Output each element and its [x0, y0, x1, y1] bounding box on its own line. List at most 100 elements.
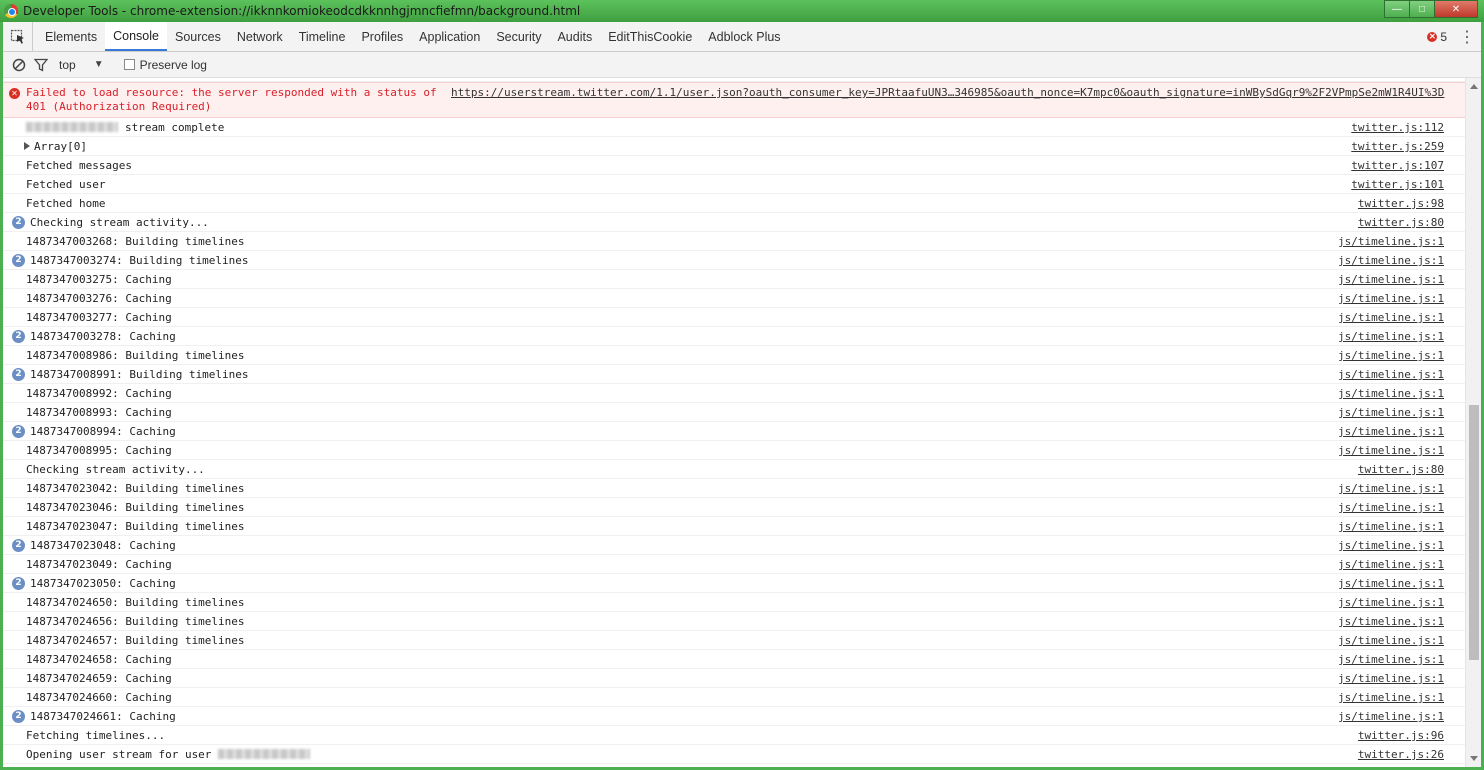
source-link[interactable]: twitter.js:80: [1358, 463, 1444, 476]
source-link[interactable]: js/timeline.js:1: [1338, 444, 1444, 457]
source-link[interactable]: twitter.js:98: [1358, 197, 1444, 210]
console-row: Fetched user twitter.js:101: [3, 175, 1465, 194]
source-link[interactable]: js/timeline.js:1: [1338, 558, 1444, 571]
repeat-count-badge: 2: [12, 216, 25, 229]
source-link[interactable]: js/timeline.js:1: [1338, 653, 1444, 666]
source-link[interactable]: twitter.js:107: [1351, 159, 1444, 172]
repeat-count-badge: 2: [12, 368, 25, 381]
console-row: Checking stream activity... twitter.js:80: [3, 460, 1465, 479]
console-row: 1487347008992: Caching js/timeline.js:1: [3, 384, 1465, 403]
tab-elements[interactable]: Elements: [37, 22, 105, 51]
tab-network[interactable]: Network: [229, 22, 291, 51]
console-row: Opening user stream for user twitter.js:2…: [3, 745, 1465, 764]
tab-console[interactable]: Console: [105, 22, 167, 51]
source-link[interactable]: js/timeline.js:1: [1338, 273, 1444, 286]
console-message-text[interactable]: Array[0]: [34, 140, 87, 153]
tab-timeline[interactable]: Timeline: [291, 22, 354, 51]
tab-adblock-plus[interactable]: Adblock Plus: [700, 22, 788, 51]
source-link[interactable]: js/timeline.js:1: [1338, 596, 1444, 609]
console-row: Fetched home twitter.js:98: [3, 194, 1465, 213]
console-message-text: 1487347023050: Caching: [30, 576, 176, 590]
console-message-text: 1487347008992: Caching: [26, 386, 172, 400]
scroll-thumb[interactable]: [1469, 405, 1479, 660]
console-row: stream complete twitter.js:112: [3, 118, 1465, 137]
filter-icon[interactable]: [33, 57, 49, 73]
source-link[interactable]: js/timeline.js:1: [1338, 520, 1444, 533]
error-count-badge[interactable]: ✕ 5: [1427, 30, 1447, 44]
tab-sources[interactable]: Sources: [167, 22, 229, 51]
source-link[interactable]: js/timeline.js:1: [1338, 368, 1444, 381]
scroll-up-icon[interactable]: [1470, 84, 1478, 89]
console-row: 1487347003277: Caching js/timeline.js:1: [3, 308, 1465, 327]
console-row: 1487347024659: Caching js/timeline.js:1: [3, 669, 1465, 688]
source-link[interactable]: js/timeline.js:1: [1338, 254, 1444, 267]
window-title: Developer Tools - chrome-extension://ikk…: [23, 4, 581, 18]
console-row: 2 1487347023050: Caching js/timeline.js:1: [3, 574, 1465, 593]
source-link[interactable]: js/timeline.js:1: [1338, 710, 1444, 723]
minimize-button[interactable]: —: [1384, 0, 1410, 18]
source-link[interactable]: twitter.js:112: [1351, 121, 1444, 134]
inspect-element-button[interactable]: [3, 22, 33, 51]
source-link[interactable]: js/timeline.js:1: [1338, 501, 1444, 514]
console-message-text: Fetching timelines...: [26, 728, 166, 742]
source-link[interactable]: js/timeline.js:1: [1338, 482, 1444, 495]
tab-audits[interactable]: Audits: [549, 22, 600, 51]
console-row: 1487347023046: Building timelines js/time…: [3, 498, 1465, 517]
tab-security[interactable]: Security: [488, 22, 549, 51]
context-value: top: [59, 57, 76, 72]
tab-profiles[interactable]: Profiles: [353, 22, 411, 51]
source-link[interactable]: js/timeline.js:1: [1338, 425, 1444, 438]
source-link[interactable]: js/timeline.js:1: [1338, 311, 1444, 324]
source-link[interactable]: twitter.js:26: [1358, 748, 1444, 761]
source-link[interactable]: js/timeline.js:1: [1338, 634, 1444, 647]
repeat-count-badge: 2: [12, 330, 25, 343]
console-row: Array[0] twitter.js:259: [3, 137, 1465, 156]
source-link[interactable]: js/timeline.js:1: [1338, 349, 1444, 362]
console-message-text: 1487347003276: Caching: [26, 291, 172, 305]
source-link[interactable]: js/timeline.js:1: [1338, 691, 1444, 704]
console-row: 1487347003275: Caching js/timeline.js:1: [3, 270, 1465, 289]
preserve-log-toggle[interactable]: Preserve log: [123, 57, 207, 72]
source-link[interactable]: js/timeline.js:1: [1338, 539, 1444, 552]
more-options-icon[interactable]: ⋮: [1459, 27, 1475, 47]
console-row: 2 1487347008994: Caching js/timeline.js:1: [3, 422, 1465, 441]
console-message-text: 1487347008991: Building timelines: [30, 367, 249, 381]
panel-tab-bar: Elements Console Sources Network Timeline Pro…: [3, 22, 1481, 52]
tab-application[interactable]: Application: [411, 22, 488, 51]
repeat-count-badge: 2: [12, 539, 25, 552]
source-link[interactable]: js/timeline.js:1: [1338, 387, 1444, 400]
console-message-text: Checking stream activity...: [26, 462, 205, 476]
console-message-text: Opening user stream for user: [26, 747, 212, 761]
clear-console-icon[interactable]: [11, 57, 27, 73]
console-scrollbar[interactable]: [1465, 78, 1481, 767]
expand-triangle-icon[interactable]: [24, 142, 30, 150]
console-message-text: 1487347024650: Building timelines: [26, 595, 245, 609]
maximize-button[interactable]: □: [1409, 0, 1435, 18]
source-link[interactable]: js/timeline.js:1: [1338, 330, 1444, 343]
console-row: 2 1487347003278: Caching js/timeline.js:1: [3, 327, 1465, 346]
error-url-link[interactable]: https://userstream.twitter.com/1.1/user.…: [451, 86, 1444, 99]
scroll-down-icon[interactable]: [1470, 756, 1478, 761]
preserve-log-checkbox[interactable]: [123, 59, 135, 70]
source-link[interactable]: twitter.js:96: [1358, 729, 1444, 742]
devtools-window: Developer Tools - chrome-extension://ikk…: [0, 0, 1484, 770]
repeat-count-badge: 2: [12, 254, 25, 267]
console-message-text: 1487347003268: Building timelines: [26, 234, 245, 248]
error-count: 5: [1440, 29, 1447, 44]
source-link[interactable]: js/timeline.js:1: [1338, 577, 1444, 590]
tab-editthiscookie[interactable]: EditThisCookie: [600, 22, 700, 51]
context-selector[interactable]: top ▼: [59, 58, 104, 72]
source-link[interactable]: js/timeline.js:1: [1338, 235, 1444, 248]
source-link[interactable]: js/timeline.js:1: [1338, 292, 1444, 305]
preserve-log-label: Preserve log: [139, 57, 207, 72]
source-link[interactable]: js/timeline.js:1: [1338, 406, 1444, 419]
close-button[interactable]: ✕: [1434, 0, 1478, 18]
console-messages[interactable]: ✕ Failed to load resource: the server re…: [3, 78, 1465, 767]
source-link[interactable]: js/timeline.js:1: [1338, 615, 1444, 628]
source-link[interactable]: twitter.js:80: [1358, 216, 1444, 229]
title-bar[interactable]: Developer Tools - chrome-extension://ikk…: [0, 0, 1484, 22]
source-link[interactable]: twitter.js:101: [1351, 178, 1444, 191]
console-message-text: 1487347023042: Building timelines: [26, 481, 245, 495]
source-link[interactable]: js/timeline.js:1: [1338, 672, 1444, 685]
source-link[interactable]: twitter.js:259: [1351, 140, 1444, 153]
